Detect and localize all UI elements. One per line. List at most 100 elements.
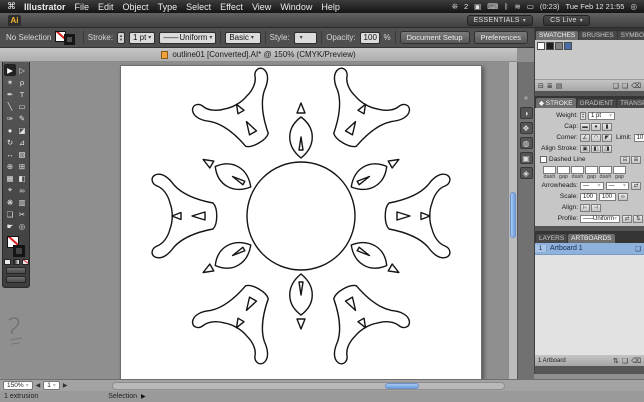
dashed-line-checkbox[interactable] bbox=[540, 156, 547, 163]
fill-stroke-proxy[interactable] bbox=[55, 30, 78, 46]
width-tool[interactable]: ↔ bbox=[4, 148, 16, 160]
artboard-tool[interactable]: ❏ bbox=[4, 208, 16, 220]
lasso-tool[interactable]: ρ bbox=[16, 76, 28, 88]
tab-brushes[interactable]: BRUSHES bbox=[579, 31, 617, 40]
document-tab[interactable]: outline01 [Converted].AI* @ 150% (CMYK/P… bbox=[0, 48, 517, 62]
prev-artboard-button[interactable]: ◀ bbox=[36, 382, 41, 389]
menubar-display-icon[interactable]: ▣ bbox=[474, 2, 481, 11]
tab-layers[interactable]: LAYERS bbox=[536, 234, 568, 243]
horizontal-scroll-thumb[interactable] bbox=[385, 383, 419, 389]
swatch-gray[interactable] bbox=[555, 42, 563, 50]
menu-select[interactable]: Select bbox=[186, 2, 211, 12]
swap-arrowheads-button[interactable]: ⇄ bbox=[631, 181, 641, 190]
cap-projecting-button[interactable]: ▮ bbox=[602, 122, 612, 131]
delete-swatch-button[interactable]: ⌫ bbox=[631, 82, 641, 90]
column-graph-tool[interactable]: ▥ bbox=[16, 196, 28, 208]
appearance-icon[interactable]: ◍ bbox=[519, 137, 533, 149]
weight-select[interactable]: 1 pt ▾ bbox=[588, 111, 615, 120]
menubar-bluetooth-icon[interactable]: ᛒ bbox=[504, 2, 509, 11]
color-guide-icon[interactable]: ❖ bbox=[519, 122, 533, 134]
stroke-weight-stepper[interactable]: ▴ ▾ bbox=[117, 31, 125, 44]
weight-stepper[interactable]: ▴ ▾ bbox=[580, 111, 586, 120]
mesh-tool[interactable]: ▦ bbox=[4, 172, 16, 184]
perspective-grid-tool[interactable]: ⊞ bbox=[16, 160, 28, 172]
eyedropper-tool[interactable]: ⌖ bbox=[4, 184, 16, 196]
menu-illustrator[interactable]: Illustrator bbox=[24, 2, 66, 12]
canvas[interactable]: ▶ ▷ ✶ ρ ✒ T ╲ ▭ ✑ ✎ ● ◪ ↻ ⊿ ↔ ▧ ⊕ ⊞ ▦ ◧ ⌖ ∞ ❋ ▥ ❏ ✂ ☛ ◎ bbox=[0, 62, 517, 379]
menu-window[interactable]: Window bbox=[280, 2, 312, 12]
new-swatch-group-button[interactable]: ❑ bbox=[613, 82, 619, 90]
gradient-button[interactable] bbox=[12, 259, 20, 265]
cap-butt-button[interactable]: ▬ bbox=[580, 122, 590, 131]
width-profile-select[interactable]: —— Uniform ▾ bbox=[159, 31, 217, 44]
blob-brush-tool[interactable]: ● bbox=[4, 124, 16, 136]
shape-builder-tool[interactable]: ⊕ bbox=[4, 160, 16, 172]
brush-select[interactable]: Basic ▾ bbox=[225, 31, 261, 44]
tab-gradient[interactable]: GRADIENT bbox=[576, 99, 617, 108]
delete-artboard-button[interactable]: ⌫ bbox=[631, 357, 641, 365]
align-stroke-inside-button[interactable]: ◧ bbox=[591, 144, 601, 153]
corner-miter-button[interactable]: ∠ bbox=[580, 133, 590, 142]
eraser-tool[interactable]: ◪ bbox=[16, 124, 28, 136]
arrow-scale-end-field[interactable]: 100 bbox=[599, 192, 616, 201]
dash-field-1[interactable] bbox=[557, 165, 570, 174]
color-button[interactable] bbox=[3, 259, 11, 265]
menubar-clock[interactable]: Tue Feb 12 21:55 bbox=[566, 2, 625, 11]
artwork-ornament[interactable] bbox=[151, 66, 451, 366]
new-artboard-button[interactable]: ❏ bbox=[622, 357, 628, 365]
magic-wand-tool[interactable]: ✶ bbox=[4, 76, 16, 88]
reorder-artboard-icon[interactable]: ⇅ bbox=[613, 357, 619, 365]
tab-symbols[interactable]: SYMBOLS bbox=[617, 31, 644, 40]
hand-tool[interactable]: ☛ bbox=[4, 220, 16, 232]
vertical-scroll-thumb[interactable] bbox=[510, 192, 516, 238]
zoom-tool[interactable]: ◎ bbox=[16, 220, 28, 232]
swatch-options-icon[interactable]: ▤ bbox=[556, 82, 563, 90]
align-stroke-center-button[interactable]: ▣ bbox=[580, 144, 590, 153]
preferences-button[interactable]: Preferences bbox=[473, 31, 528, 44]
menubar-battery-status[interactable]: (0:23) bbox=[540, 2, 560, 11]
menubar-battery-icon[interactable]: ▭ bbox=[527, 2, 534, 11]
swatch-white[interactable] bbox=[537, 42, 545, 50]
swatch-libraries-icon[interactable]: ⊟ bbox=[538, 82, 544, 90]
tab-artboards[interactable]: ARTBOARDS bbox=[568, 234, 615, 243]
workspace-switcher[interactable]: ESSENTIALS ▾ bbox=[466, 14, 534, 26]
stroke-color-chip[interactable] bbox=[13, 245, 25, 257]
artboard-row[interactable]: 1 Artboard 1 ❏ bbox=[535, 243, 644, 255]
zoom-level-select[interactable]: 150% ▾ bbox=[3, 381, 33, 390]
cap-round-button[interactable]: ● bbox=[591, 122, 601, 131]
menubar-wifi-icon[interactable]: ≋ bbox=[515, 2, 521, 11]
dash-field-5[interactable] bbox=[613, 165, 626, 174]
menubar-fan-icon[interactable]: ❊ bbox=[452, 2, 458, 11]
style-select[interactable]: ▾ bbox=[293, 31, 318, 44]
status-proxy-icon[interactable]: ▶ bbox=[141, 393, 146, 400]
blend-tool[interactable]: ∞ bbox=[16, 184, 28, 196]
arrowhead-end-select[interactable]: — ▾ bbox=[605, 181, 629, 190]
line-segment-tool[interactable]: ╲ bbox=[4, 100, 16, 112]
graphic-styles-icon[interactable]: ▣ bbox=[519, 152, 533, 164]
menu-effect[interactable]: Effect bbox=[220, 2, 243, 12]
menu-type[interactable]: Type bbox=[158, 2, 178, 12]
pen-tool[interactable]: ✒ bbox=[4, 88, 16, 100]
swatch-black[interactable] bbox=[546, 42, 554, 50]
dash-field-2[interactable] bbox=[571, 165, 584, 174]
menubar-input-badge[interactable]: 2 bbox=[464, 2, 468, 11]
artboard-name[interactable]: Artboard 1 bbox=[547, 245, 635, 252]
profile-select[interactable]: —— Uniform ▾ bbox=[580, 214, 621, 223]
corner-round-button[interactable]: ◠ bbox=[591, 133, 601, 142]
dash-field-0[interactable] bbox=[543, 165, 556, 174]
opacity-field[interactable]: 100 ▾ bbox=[359, 31, 382, 44]
arrowhead-start-select[interactable]: — ▾ bbox=[580, 181, 604, 190]
menu-object[interactable]: Object bbox=[123, 2, 149, 12]
dash-field-3[interactable] bbox=[585, 165, 598, 174]
slice-tool[interactable]: ✂ bbox=[16, 208, 28, 220]
arrow-scale-start-field[interactable]: 100 bbox=[580, 192, 597, 201]
next-artboard-button[interactable]: ▶ bbox=[63, 382, 68, 389]
artboard-nav-select[interactable]: 1 ▾ bbox=[43, 381, 60, 390]
menu-view[interactable]: View bbox=[252, 2, 271, 12]
vertical-scrollbar[interactable] bbox=[508, 62, 517, 379]
selection-tool[interactable]: ▶ bbox=[4, 64, 16, 76]
corner-bevel-button[interactable]: ◤ bbox=[602, 133, 612, 142]
menubar-spotlight-icon[interactable]: ◎ bbox=[630, 2, 637, 11]
flip-across-button[interactable]: ⇄ bbox=[622, 214, 633, 223]
swatches-panel[interactable] bbox=[535, 40, 644, 80]
